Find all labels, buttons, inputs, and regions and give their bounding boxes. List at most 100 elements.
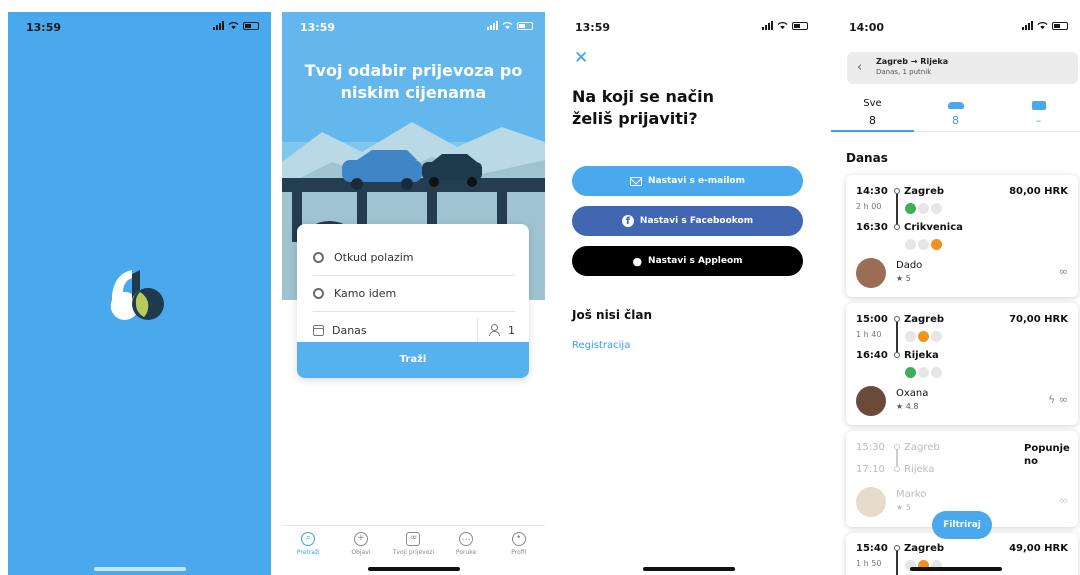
apple-icon: ● bbox=[632, 254, 643, 268]
battery-icon bbox=[1052, 21, 1068, 30]
search-screen: 13:59 Tvoj odabir prijevoza po niskim ci… bbox=[282, 12, 545, 575]
results-screen: 14:00 ‹ Zagreb → Rijeka Danas, 1 putnik … bbox=[831, 12, 1080, 575]
driver-rating: ★ 5 bbox=[896, 503, 911, 512]
bus-icon bbox=[1031, 101, 1046, 110]
tab-bus[interactable]: – bbox=[997, 96, 1080, 131]
login-screen: 13:59 ✕ Na koji se način želiš prijaviti… bbox=[557, 12, 820, 575]
to-placeholder: Kamo idem bbox=[334, 287, 397, 300]
battery-icon bbox=[517, 21, 533, 30]
tab-bus-count: – bbox=[1035, 114, 1042, 127]
route-subtitle: Danas, 1 putnik bbox=[876, 68, 932, 76]
driver-rating: ★ 4.8 bbox=[896, 402, 919, 411]
driver-name: Dado bbox=[896, 260, 923, 271]
wifi-icon bbox=[502, 22, 513, 30]
signal-icon bbox=[213, 21, 224, 30]
calendar-icon bbox=[313, 324, 324, 336]
status-bar: 13:59 bbox=[8, 12, 271, 42]
status-time: 13:59 bbox=[575, 21, 611, 34]
splash-screen: 13:59 bbox=[8, 12, 271, 575]
email-login-button[interactable]: Nastavi s e-mailom bbox=[572, 166, 803, 196]
status-time: 13:59 bbox=[300, 21, 336, 34]
ride-card[interactable]: 15:00 1 h 40 16:40 Zagreb Rijeka 70,00 H… bbox=[846, 303, 1078, 425]
signal-icon bbox=[762, 21, 773, 30]
home-indicator bbox=[367, 567, 460, 571]
home-indicator bbox=[909, 567, 1002, 571]
ride-card[interactable]: 14:30 2 h 00 16:30 Zagreb Crikvenica 80,… bbox=[846, 175, 1078, 297]
tab-all[interactable]: Sve 8 bbox=[831, 96, 914, 132]
dropoff-proximity-icons bbox=[905, 367, 942, 378]
person-icon bbox=[488, 324, 500, 336]
from-field[interactable]: Otkud polazim bbox=[313, 240, 515, 276]
register-link[interactable]: Registracija bbox=[572, 340, 630, 351]
status-bar: 13:59 bbox=[282, 12, 545, 42]
avatar bbox=[856, 258, 886, 288]
close-icon[interactable]: ✕ bbox=[574, 48, 588, 68]
battery-icon bbox=[792, 21, 808, 30]
plus-circle-icon: + bbox=[353, 532, 368, 546]
origin-circle-icon bbox=[313, 252, 324, 263]
date-value: Danas bbox=[332, 323, 367, 337]
pickup-proximity-icons bbox=[905, 203, 942, 214]
battery-icon bbox=[243, 21, 259, 30]
route-dot-icon bbox=[894, 224, 900, 230]
driver-rating: ★ 5 bbox=[896, 274, 911, 283]
route-summary-bar[interactable]: ‹ Zagreb → Rijeka Danas, 1 putnik bbox=[847, 52, 1078, 84]
home-indicator bbox=[642, 567, 735, 571]
day-heading: Danas bbox=[846, 151, 888, 165]
home-indicator bbox=[93, 567, 186, 571]
status-indicators bbox=[213, 21, 259, 30]
destination-circle-icon bbox=[313, 288, 324, 299]
passenger-count: 1 bbox=[508, 323, 515, 337]
driver-name: Oxana bbox=[896, 388, 929, 399]
status-indicators bbox=[762, 21, 808, 30]
status-bar: 14:00 bbox=[831, 12, 1080, 42]
back-chevron-icon[interactable]: ‹ bbox=[857, 60, 862, 75]
signal-icon bbox=[487, 21, 498, 30]
hero-title: Tvoj odabir prijevoza po niskim cijenama bbox=[304, 61, 523, 102]
route-dot-icon bbox=[894, 352, 900, 358]
tab-all-count: 8 bbox=[869, 114, 876, 127]
tab-profile[interactable]: • Profil bbox=[494, 532, 544, 575]
wifi-icon bbox=[777, 22, 788, 30]
route-title: Zagreb → Rijeka bbox=[876, 57, 949, 66]
rides-icon: ∞ bbox=[406, 532, 421, 546]
ride-price: 70,00 HRK bbox=[1009, 314, 1068, 325]
tab-car[interactable]: 8 bbox=[914, 96, 997, 131]
login-heading: Na koji se način želiš prijaviti? bbox=[572, 87, 714, 128]
max-two-back-icon: ∞ bbox=[1058, 494, 1068, 507]
facebook-login-button[interactable]: f Nastavi s Facebookom bbox=[572, 206, 803, 236]
ride-price: 49,00 HRK bbox=[1009, 543, 1068, 554]
mail-icon bbox=[630, 176, 643, 186]
status-indicators bbox=[487, 21, 533, 30]
passenger-selector[interactable]: 1 bbox=[477, 318, 515, 342]
status-bar: 13:59 bbox=[557, 12, 820, 42]
to-field[interactable]: Kamo idem bbox=[313, 276, 515, 312]
max-two-back-icon: ∞ bbox=[1058, 265, 1068, 278]
search-button[interactable]: Traži bbox=[297, 342, 529, 378]
route-dot-icon bbox=[894, 466, 900, 472]
status-indicators bbox=[1022, 21, 1068, 30]
filter-button[interactable]: Filtriraj bbox=[932, 511, 992, 539]
transport-filter-tabs: Sve 8 8 – bbox=[831, 96, 1080, 132]
pickup-proximity-icons bbox=[905, 331, 942, 342]
tab-car-count: 8 bbox=[952, 114, 959, 127]
status-time: 13:59 bbox=[26, 21, 62, 34]
not-member-label: Još nisi član bbox=[572, 308, 652, 322]
from-placeholder: Otkud polazim bbox=[334, 251, 414, 264]
apple-login-button[interactable]: ● Nastavi s Appleom bbox=[572, 246, 803, 276]
wifi-icon bbox=[228, 22, 239, 30]
tab-search[interactable]: ⌕ Pretraži bbox=[283, 532, 333, 575]
wifi-icon bbox=[1037, 22, 1048, 30]
profile-icon: • bbox=[511, 532, 526, 546]
facebook-icon: f bbox=[621, 215, 634, 227]
search-icon: ⌕ bbox=[301, 532, 316, 546]
avatar bbox=[856, 487, 886, 517]
instant-booking-icon: ϟ ∞ bbox=[1048, 393, 1068, 406]
ride-price: 80,00 HRK bbox=[1009, 186, 1068, 197]
messages-icon: … bbox=[459, 532, 474, 546]
search-card: Otkud polazim Kamo idem Danas 1 Traži bbox=[297, 224, 529, 378]
ride-full-status: Popunje no bbox=[1024, 443, 1070, 467]
status-time: 14:00 bbox=[849, 21, 885, 34]
dropoff-proximity-icons bbox=[905, 239, 942, 250]
tab-all-label: Sve bbox=[863, 98, 882, 109]
